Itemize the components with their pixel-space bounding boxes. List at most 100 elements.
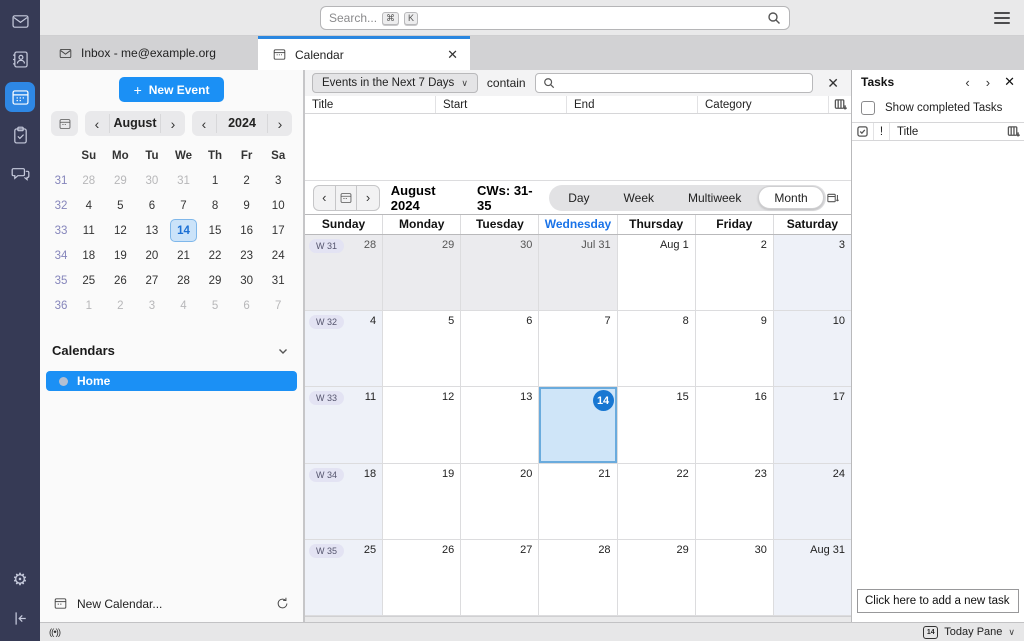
month-day-cell-24[interactable]: 24 [774, 464, 851, 539]
tasks-pane-prev-button[interactable]: ‹ [965, 75, 969, 90]
mini-day-22[interactable]: 22 [199, 243, 231, 268]
global-search-input[interactable]: Search... ⌘ K [320, 6, 790, 30]
priority-column-header[interactable]: ! [874, 123, 890, 140]
show-completed-checkbox[interactable] [861, 101, 875, 115]
month-day-cell-22[interactable]: 22 [618, 464, 696, 539]
tasks-pane-next-button[interactable]: › [986, 75, 990, 90]
column-header-category[interactable]: Category [698, 96, 829, 113]
event-range-dropdown[interactable]: Events in the Next 7 Days ∨ [312, 73, 478, 93]
month-day-cell-14[interactable]: 14 [539, 387, 617, 462]
month-day-cell-jul-31[interactable]: Jul 31 [539, 235, 617, 310]
mini-day-5[interactable]: 5 [105, 193, 137, 218]
today-pane-toggle[interactable]: 14 Today Pane ∨ [923, 626, 1015, 639]
add-task-input[interactable]: Click here to add a new task [857, 589, 1019, 613]
mini-day-16[interactable]: 16 [231, 218, 263, 243]
mini-day-28[interactable]: 28 [168, 268, 200, 293]
event-results-list[interactable] [305, 114, 851, 180]
month-day-cell-30[interactable]: 30 [696, 540, 774, 615]
sidebar-item-addressbook[interactable] [5, 44, 35, 74]
month-day-cell-30[interactable]: 30 [461, 235, 539, 310]
mini-day-30[interactable]: 30 [231, 268, 263, 293]
calendars-section-header[interactable]: Calendars [52, 343, 289, 358]
tab-inbox[interactable]: Inbox - me@example.org [40, 36, 258, 70]
month-day-cell-13[interactable]: 13 [461, 387, 539, 462]
tasks-column-picker-button[interactable] [1002, 125, 1024, 138]
column-header-end[interactable]: End [567, 96, 698, 113]
mini-day-14[interactable]: 14 [168, 218, 200, 243]
mini-day-18[interactable]: 18 [73, 243, 105, 268]
mini-day-31[interactable]: 31 [262, 268, 294, 293]
month-day-cell-29[interactable]: 29 [618, 540, 696, 615]
mini-day-31[interactable]: 31 [168, 168, 200, 193]
mini-day-12[interactable]: 12 [105, 218, 137, 243]
month-day-cell-aug-31[interactable]: Aug 31 [774, 540, 851, 615]
mini-day-6[interactable]: 6 [136, 193, 168, 218]
next-month-button[interactable]: › [161, 116, 185, 132]
month-day-cell-3[interactable]: 3 [774, 235, 851, 310]
sync-calendars-icon[interactable] [275, 596, 290, 611]
title-column-header[interactable]: Title [890, 126, 1002, 138]
mini-day-6[interactable]: 6 [231, 293, 263, 318]
mini-day-29[interactable]: 29 [199, 268, 231, 293]
mini-day-13[interactable]: 13 [136, 218, 168, 243]
mini-day-8[interactable]: 8 [199, 193, 231, 218]
tab-close-button[interactable]: ✕ [447, 47, 458, 63]
month-day-cell-29[interactable]: 29 [383, 235, 461, 310]
month-day-cell-20[interactable]: 20 [461, 464, 539, 539]
month-day-cell-15[interactable]: 15 [618, 387, 696, 462]
month-day-cell-8[interactable]: 8 [618, 311, 696, 386]
tasks-list[interactable] [852, 141, 1024, 589]
mini-day-25[interactable]: 25 [73, 268, 105, 293]
next-period-button[interactable]: › [357, 186, 378, 210]
mini-day-27[interactable]: 27 [136, 268, 168, 293]
mini-day-4[interactable]: 4 [168, 293, 200, 318]
new-event-button[interactable]: + New Event [119, 77, 225, 102]
month-day-cell-19[interactable]: 19 [383, 464, 461, 539]
tab-calendar[interactable]: Calendar ✕ [258, 36, 470, 70]
month-day-cell-4[interactable]: W 324 [305, 311, 383, 386]
mini-day-2[interactable]: 2 [105, 293, 137, 318]
month-day-cell-23[interactable]: 23 [696, 464, 774, 539]
mini-day-10[interactable]: 10 [262, 193, 294, 218]
month-day-cell-28[interactable]: W 3128 [305, 235, 383, 310]
column-header-start[interactable]: Start [436, 96, 567, 113]
mini-day-2[interactable]: 2 [231, 168, 263, 193]
sidebar-collapse-button[interactable] [5, 603, 35, 633]
mini-calendar-today-button[interactable] [51, 111, 78, 136]
sidebar-item-chat[interactable] [5, 158, 35, 188]
mini-day-11[interactable]: 11 [73, 218, 105, 243]
month-day-cell-17[interactable]: 17 [774, 387, 851, 462]
mini-day-19[interactable]: 19 [105, 243, 137, 268]
completed-column-header[interactable] [852, 123, 874, 140]
view-tab-week[interactable]: Week [607, 185, 671, 211]
sidebar-item-calendar[interactable] [5, 82, 35, 112]
sidebar-item-settings[interactable]: ⚙ [5, 565, 35, 595]
month-day-cell-12[interactable]: 12 [383, 387, 461, 462]
app-menu-button[interactable] [994, 12, 1010, 27]
month-day-cell-16[interactable]: 16 [696, 387, 774, 462]
mini-day-3[interactable]: 3 [136, 293, 168, 318]
mini-day-5[interactable]: 5 [199, 293, 231, 318]
tasks-pane-close-button[interactable]: ✕ [1004, 74, 1015, 90]
mini-day-21[interactable]: 21 [168, 243, 200, 268]
month-day-cell-2[interactable]: 2 [696, 235, 774, 310]
month-day-cell-11[interactable]: W 3311 [305, 387, 383, 462]
month-day-cell-9[interactable]: 9 [696, 311, 774, 386]
month-day-cell-25[interactable]: W 3525 [305, 540, 383, 615]
mini-day-7[interactable]: 7 [168, 193, 200, 218]
new-calendar-button[interactable]: New Calendar... [77, 597, 162, 611]
mini-day-3[interactable]: 3 [262, 168, 294, 193]
mini-day-1[interactable]: 1 [199, 168, 231, 193]
month-day-cell-aug-1[interactable]: Aug 1 [618, 235, 696, 310]
sidebar-item-tasks[interactable] [5, 120, 35, 150]
previous-month-button[interactable]: ‹ [85, 116, 109, 132]
rotate-view-icon[interactable] [826, 190, 839, 206]
column-header-title[interactable]: Title [305, 96, 436, 113]
view-tab-month[interactable]: Month [758, 186, 823, 209]
previous-year-button[interactable]: ‹ [192, 116, 216, 132]
event-filter-search-input[interactable] [535, 73, 814, 93]
month-day-cell-21[interactable]: 21 [539, 464, 617, 539]
mini-day-7[interactable]: 7 [262, 293, 294, 318]
mini-day-20[interactable]: 20 [136, 243, 168, 268]
mini-day-29[interactable]: 29 [105, 168, 137, 193]
